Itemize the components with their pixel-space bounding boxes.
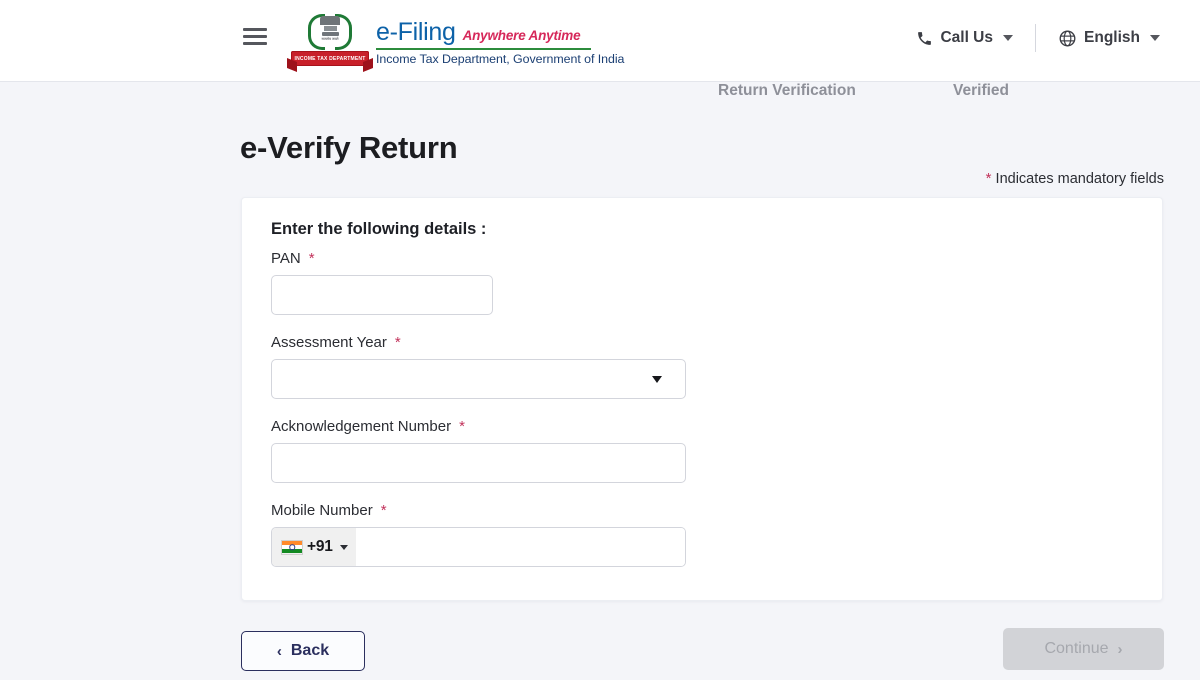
required-star: * — [394, 334, 401, 351]
field-mobile-number-label-row: Mobile Number * — [271, 502, 686, 519]
mandatory-fields-note: * Indicates mandatory fields — [986, 170, 1164, 187]
logo-wordmark: e-Filing Anywhere Anytime Income Tax Dep… — [376, 9, 624, 66]
header-divider — [1035, 24, 1037, 52]
hamburger-menu-icon[interactable] — [243, 28, 267, 45]
brand-logo[interactable]: सत्यमेव जयते INCOME TAX DEPARTMENT e-Fil… — [288, 9, 624, 71]
site-header: सत्यमेव जयते INCOME TAX DEPARTMENT e-Fil… — [0, 0, 1200, 82]
logo-divider-rule — [376, 48, 591, 50]
india-flag-icon — [281, 539, 303, 555]
assessment-year-select-wrap — [271, 359, 686, 399]
call-us-label: Call Us — [940, 29, 994, 46]
back-button[interactable]: ‹ Back — [241, 631, 365, 671]
field-assessment-year-label: Assessment Year — [271, 334, 387, 351]
required-star: * — [308, 250, 315, 267]
phone-icon — [918, 31, 932, 45]
pillar-capital — [320, 16, 340, 25]
mandatory-star: * — [985, 170, 992, 187]
continue-button-label: Continue — [1044, 640, 1109, 657]
chevron-down-icon — [1003, 35, 1014, 41]
form-heading: Enter the following details : — [271, 220, 487, 238]
income-tax-emblem-icon: सत्यमेव जयते INCOME TAX DEPARTMENT — [288, 9, 372, 71]
field-pan-label: PAN — [271, 250, 301, 267]
chevron-right-icon: › — [1117, 640, 1123, 658]
emblem-motto: सत्यमेव जयते — [321, 37, 339, 41]
field-pan-label-row: PAN * — [271, 250, 493, 267]
emblem-ribbon-text: INCOME TAX DEPARTMENT — [294, 55, 366, 62]
required-star: * — [459, 418, 465, 435]
acknowledgement-number-input[interactable] — [271, 443, 686, 483]
language-label: English — [1084, 29, 1140, 46]
field-acknowledgement-number-label: Acknowledgement Number — [271, 418, 452, 435]
logo-tagline-text: Anywhere Anytime — [462, 28, 581, 43]
stepper-step-return-verification: Return Verification — [718, 82, 856, 99]
chevron-down-icon — [339, 544, 348, 550]
hamburger-bar — [243, 28, 267, 31]
pan-input[interactable] — [271, 275, 493, 315]
field-acknowledgement-number-label-row: Acknowledgement Number * — [271, 418, 686, 435]
pillar-abacus — [323, 26, 337, 31]
mandatory-note-text: Indicates mandatory fields — [995, 171, 1164, 187]
field-pan: PAN * — [271, 250, 493, 315]
mobile-number-input[interactable] — [355, 528, 685, 566]
stepper-step-verified: Verified — [953, 82, 1009, 99]
field-assessment-year-label-row: Assessment Year * — [271, 334, 686, 351]
field-acknowledgement-number: Acknowledgement Number * — [271, 418, 686, 483]
hamburger-bar — [243, 35, 267, 38]
chevron-down-icon[interactable] — [652, 376, 662, 383]
globe-icon — [1059, 30, 1076, 46]
field-assessment-year: Assessment Year * — [271, 334, 686, 399]
chevron-left-icon: ‹ — [276, 642, 282, 660]
assessment-year-select[interactable] — [271, 359, 686, 399]
mobile-number-group: +91 — [271, 527, 686, 567]
emblem-ribbon: INCOME TAX DEPARTMENT — [291, 51, 369, 66]
header-actions: Call Us English — [902, 24, 1174, 52]
country-code-label: +91 — [307, 538, 333, 555]
country-code-selector[interactable]: +91 — [272, 528, 356, 566]
language-selector[interactable]: English — [1044, 29, 1174, 48]
ashoka-chakra-icon — [289, 544, 295, 550]
pillar-base — [321, 32, 339, 36]
required-star: * — [380, 502, 387, 519]
logo-brand-text: e-Filing — [376, 18, 456, 46]
field-mobile-number: Mobile Number * +91 — [271, 502, 686, 567]
continue-button[interactable]: Continue › — [1003, 628, 1164, 670]
form-card: Enter the following details : PAN * Asse… — [241, 197, 1163, 601]
page-title: e-Verify Return — [240, 130, 458, 165]
call-us-button[interactable]: Call Us — [902, 29, 1027, 47]
chevron-down-icon — [1150, 35, 1160, 41]
back-button-label: Back — [290, 642, 330, 659]
logo-subtitle-text: Income Tax Department, Government of Ind… — [376, 51, 625, 66]
progress-stepper: Return Verification Verified — [0, 82, 1200, 104]
ashoka-pillar-icon: सत्यमेव जयते — [320, 16, 340, 42]
hamburger-bar — [243, 42, 267, 45]
field-mobile-number-label: Mobile Number — [271, 502, 373, 519]
flag-green-stripe — [282, 549, 302, 554]
